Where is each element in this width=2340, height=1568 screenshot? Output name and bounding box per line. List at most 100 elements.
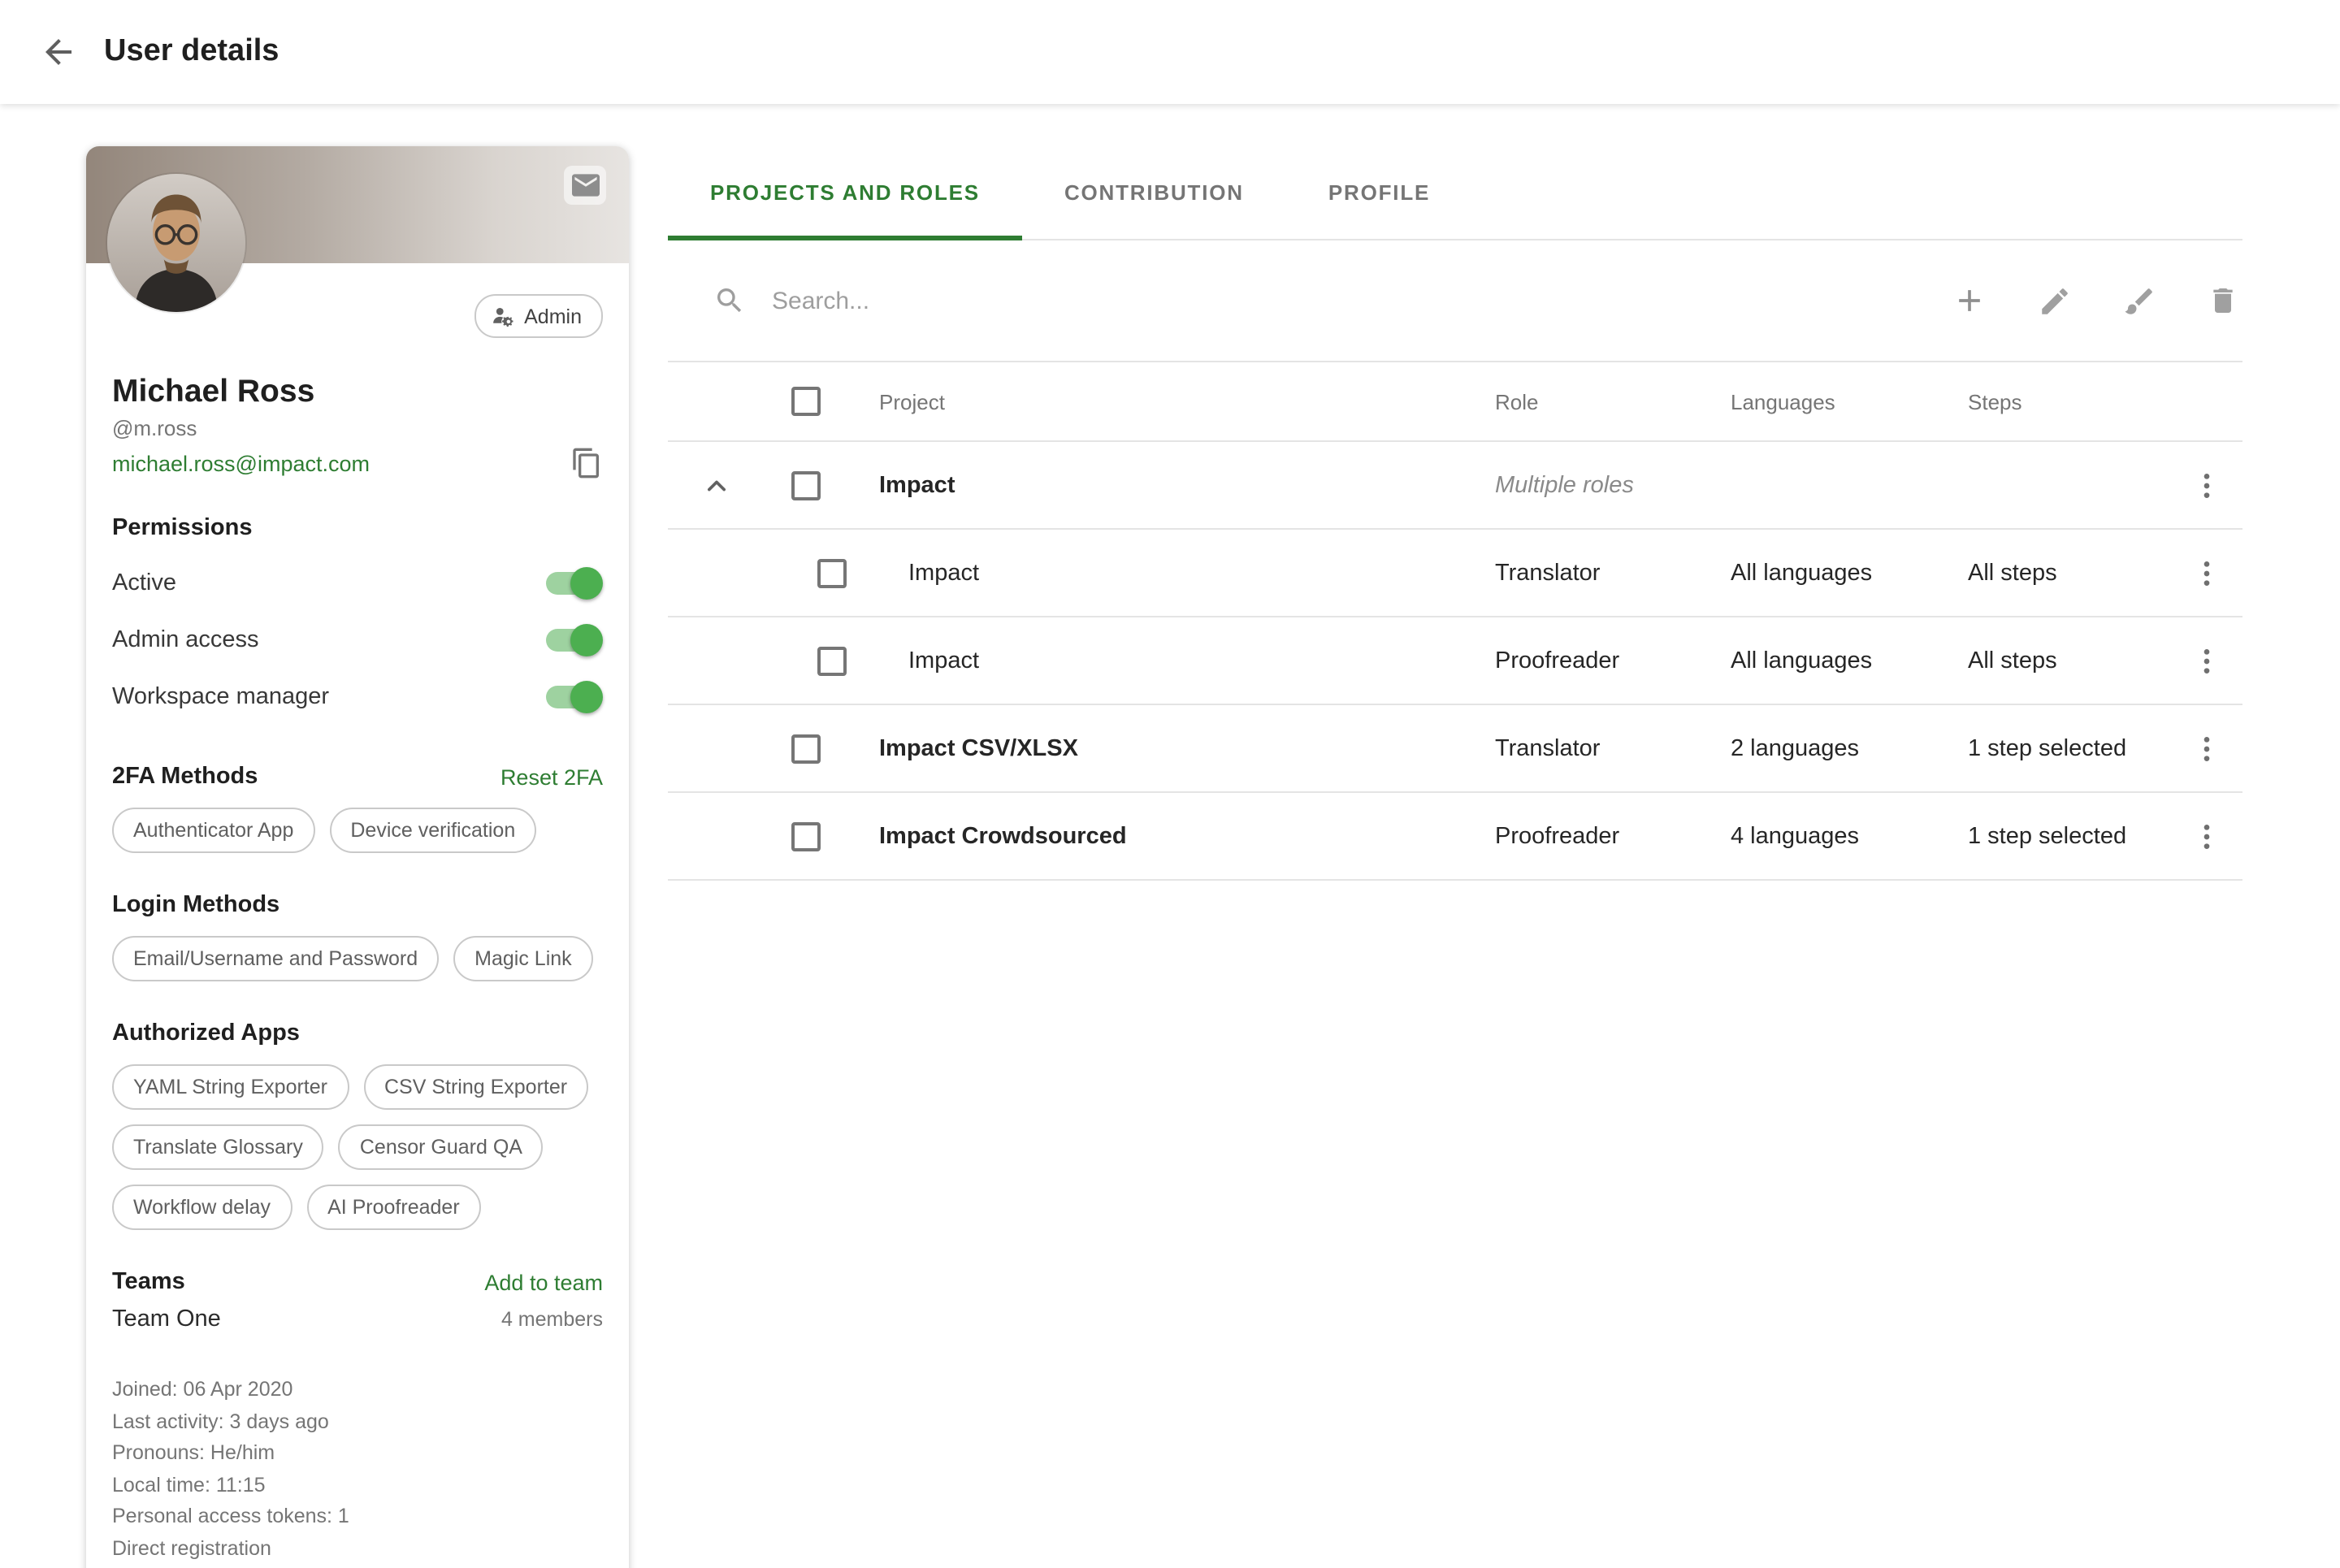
twofa-methods: Authenticator App Device verification	[112, 808, 603, 853]
meta-last-activity: Last activity: 3 days ago	[112, 1406, 603, 1438]
table-row[interactable]: Impact Crowdsourced Proofreader 4 langua…	[668, 793, 2242, 881]
authorized-app-pill: Translate Glossary	[112, 1124, 324, 1170]
row-checkbox[interactable]	[791, 470, 821, 500]
project-role: Translator	[1495, 560, 1731, 586]
admin-access-toggle[interactable]	[544, 623, 603, 656]
table-row-child[interactable]: Impact Proofreader All languages All ste…	[668, 617, 2242, 705]
team-row[interactable]: Team One 4 members	[112, 1306, 603, 1332]
reset-2fa-link[interactable]: Reset 2FA	[500, 765, 603, 789]
team-members-count: 4 members	[501, 1308, 603, 1331]
project-steps: 1 step selected	[1968, 735, 2171, 761]
meta-local-time: Local time: 11:15	[112, 1470, 603, 1501]
twofa-title: 2FA Methods	[112, 764, 258, 790]
admin-badge-label: Admin	[524, 305, 582, 327]
table-row[interactable]: Impact CSV/XLSX Translator 2 languages 1…	[668, 705, 2242, 793]
edit-button[interactable]	[2034, 281, 2074, 320]
project-role: Proofreader	[1495, 648, 1731, 674]
row-checkbox[interactable]	[817, 558, 847, 587]
project-steps: All steps	[1968, 648, 2171, 674]
project-languages: All languages	[1731, 648, 1968, 674]
admin-badge: Admin	[474, 294, 603, 338]
permission-row-admin-access: Admin access	[112, 611, 603, 668]
login-method-pill: Magic Link	[453, 936, 593, 981]
add-to-team-link[interactable]: Add to team	[484, 1270, 603, 1294]
row-checkbox[interactable]	[791, 734, 821, 763]
authorized-app-pill: Censor Guard QA	[339, 1124, 544, 1170]
active-toggle[interactable]	[544, 566, 603, 599]
table-row-child[interactable]: Impact Translator All languages All step…	[668, 530, 2242, 617]
row-menu-icon[interactable]	[2190, 644, 2223, 677]
table-toolbar	[668, 240, 2242, 361]
project-name: Impact	[850, 560, 1495, 586]
meta-joined: Joined: 06 Apr 2020	[112, 1375, 603, 1406]
add-button[interactable]	[1950, 281, 1989, 320]
row-checkbox[interactable]	[817, 646, 847, 675]
authorized-app-pill: YAML String Exporter	[112, 1064, 349, 1110]
workspace-manager-toggle[interactable]	[544, 680, 603, 713]
brush-button[interactable]	[2119, 281, 2158, 320]
permission-label: Admin access	[112, 626, 259, 652]
meta-registration: Direct registration	[112, 1533, 603, 1565]
table-header-row: Project Role Languages Steps	[668, 362, 2242, 442]
mail-icon[interactable]	[564, 166, 606, 205]
user-email-link[interactable]: michael.ross@impact.com	[112, 451, 370, 475]
teams-title: Teams	[112, 1269, 185, 1295]
authorized-apps-title: Authorized Apps	[112, 1020, 300, 1046]
user-card: Admin Michael Ross @m.ross michael.ross@…	[86, 146, 629, 1568]
column-header-project: Project	[847, 389, 1495, 414]
main-layout: Admin Michael Ross @m.ross michael.ross@…	[0, 104, 2340, 1568]
tab-profile[interactable]: PROFILE	[1286, 146, 1472, 239]
back-arrow-icon[interactable]	[39, 32, 78, 71]
login-methods-title: Login Methods	[112, 892, 280, 918]
column-header-languages: Languages	[1731, 389, 1968, 414]
tab-contribution[interactable]: CONTRIBUTION	[1022, 146, 1286, 239]
login-method-pill: Email/Username and Password	[112, 936, 439, 981]
user-card-body: Admin Michael Ross @m.ross michael.ross@…	[86, 294, 629, 1568]
permission-row-active: Active	[112, 554, 603, 611]
project-role: Translator	[1495, 735, 1731, 761]
column-header-role: Role	[1495, 389, 1731, 414]
column-header-steps: Steps	[1968, 389, 2171, 414]
twofa-method-pill: Device verification	[329, 808, 536, 853]
projects-table: Project Role Languages Steps Impact M	[668, 361, 2242, 881]
delete-button[interactable]	[2204, 281, 2242, 320]
search-input[interactable]	[769, 285, 1904, 316]
person-gear-icon	[490, 304, 514, 328]
project-steps: 1 step selected	[1968, 823, 2171, 849]
project-role: Proofreader	[1495, 823, 1731, 849]
twofa-method-pill: Authenticator App	[112, 808, 314, 853]
project-languages: 2 languages	[1731, 735, 1968, 761]
user-username: @m.ross	[112, 416, 603, 440]
authorized-app-pill: CSV String Exporter	[363, 1064, 588, 1110]
project-languages: All languages	[1731, 560, 1968, 586]
project-name: Impact CSV/XLSX	[847, 735, 1495, 761]
project-name: Impact	[850, 648, 1495, 674]
meta-access-tokens: Personal access tokens: 1	[112, 1501, 603, 1533]
row-menu-icon[interactable]	[2190, 557, 2223, 589]
row-checkbox[interactable]	[791, 821, 821, 851]
search-icon	[713, 284, 746, 317]
avatar	[107, 174, 245, 312]
table-row-group[interactable]: Impact Multiple roles	[668, 442, 2242, 530]
project-languages: 4 languages	[1731, 823, 1968, 849]
select-all-checkbox[interactable]	[791, 387, 821, 416]
user-meta: Joined: 06 Apr 2020 Last activity: 3 day…	[112, 1375, 603, 1565]
tab-bar: PROJECTS AND ROLES CONTRIBUTION PROFILE	[668, 146, 2242, 240]
project-steps: All steps	[1968, 560, 2171, 586]
permission-label: Active	[112, 570, 176, 596]
user-details-page: User details	[0, 0, 2340, 1568]
tab-projects-and-roles[interactable]: PROJECTS AND ROLES	[668, 146, 1022, 239]
meta-pronouns: Pronouns: He/him	[112, 1438, 603, 1470]
project-name: Impact	[847, 472, 1495, 498]
collapse-chevron-icon[interactable]	[699, 467, 734, 503]
page-title: User details	[104, 34, 279, 70]
main-content: PROJECTS AND ROLES CONTRIBUTION PROFILE	[668, 146, 2242, 881]
row-menu-icon[interactable]	[2190, 469, 2223, 501]
user-name: Michael Ross	[112, 374, 603, 411]
copy-icon[interactable]	[570, 447, 603, 479]
permission-row-workspace-manager: Workspace manager	[112, 668, 603, 725]
row-menu-icon[interactable]	[2190, 732, 2223, 765]
app-header: User details	[0, 0, 2340, 104]
row-menu-icon[interactable]	[2190, 820, 2223, 852]
permission-label: Workspace manager	[112, 683, 329, 709]
